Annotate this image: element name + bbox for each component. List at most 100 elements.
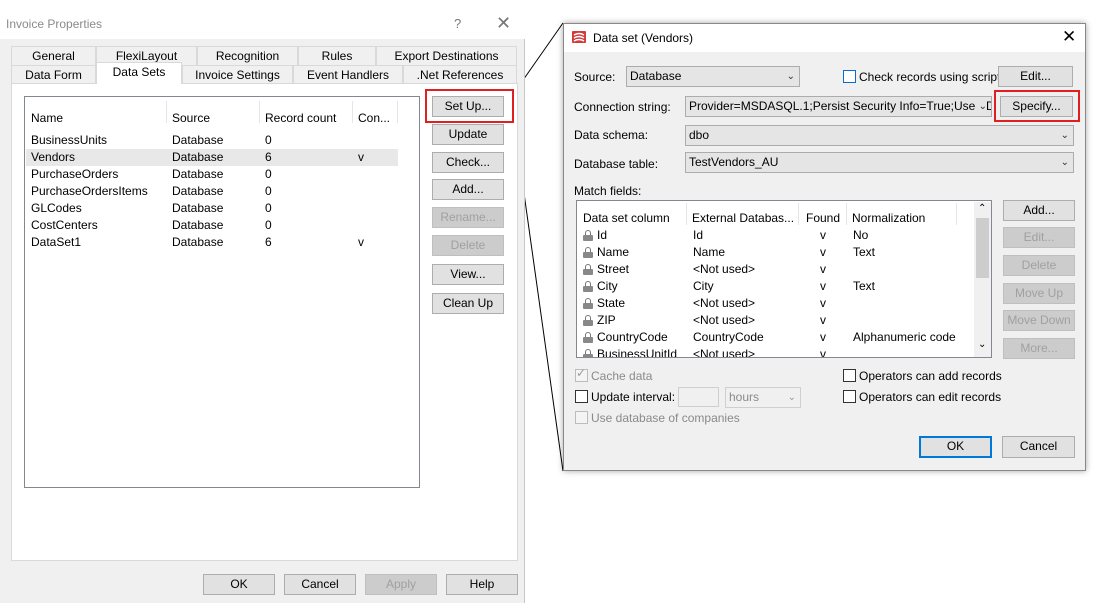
- list-item[interactable]: BusinessUnits Database 0: [26, 132, 398, 149]
- cell-source: Database: [172, 133, 224, 147]
- edit-scripts-button[interactable]: Edit...: [998, 66, 1073, 87]
- cell-source: Database: [172, 167, 224, 181]
- move-up-button[interactable]: Move Up: [1003, 283, 1075, 304]
- scroll-down-icon[interactable]: ⌄: [978, 339, 986, 350]
- update-interval-input[interactable]: [678, 387, 719, 407]
- cell-external: Name: [693, 245, 726, 259]
- title-bar: Invoice Properties ? ✕: [0, 11, 525, 39]
- data-schema-value: dbo: [689, 128, 710, 142]
- tab-export-destinations[interactable]: Export Destinations: [376, 46, 517, 65]
- invoice-properties-window: Invoice Properties ? ✕ General FlexiLayo…: [0, 11, 525, 603]
- table-row[interactable]: City City v Text: [579, 278, 974, 295]
- scrollbar-thumb[interactable]: [976, 218, 989, 278]
- data-schema-select[interactable]: dbo ⌄: [685, 125, 1074, 146]
- table-row[interactable]: Name Name v Text: [579, 244, 974, 261]
- help-button[interactable]: Help: [446, 574, 518, 595]
- cell-column: City: [597, 279, 618, 293]
- help-icon[interactable]: ?: [454, 16, 461, 31]
- title-bar: Data set (Vendors) ✕: [564, 24, 1085, 52]
- more-button[interactable]: More...: [1003, 338, 1075, 359]
- use-companies-checkbox[interactable]: [575, 411, 588, 424]
- table-row[interactable]: BusinessUnitId <Not used> v: [579, 346, 974, 358]
- cell-column: State: [597, 296, 626, 310]
- database-table-value: TestVendors_AU: [689, 155, 779, 169]
- cancel-button[interactable]: Cancel: [284, 574, 356, 595]
- add-button[interactable]: Add...: [432, 179, 504, 200]
- update-button[interactable]: Update: [432, 124, 504, 145]
- cell-con: v: [358, 150, 364, 164]
- cell-found: v: [820, 262, 826, 276]
- edit-field-button[interactable]: Edit...: [1003, 227, 1075, 248]
- delete-button[interactable]: Delete: [432, 235, 504, 256]
- tab-net-references[interactable]: .Net References: [403, 65, 517, 84]
- cell-name: CostCenters: [31, 218, 98, 232]
- cell-external: <Not used>: [693, 262, 756, 276]
- cell-found: v: [820, 245, 826, 259]
- list-item[interactable]: GLCodes Database 0: [26, 200, 398, 217]
- table-row[interactable]: Street <Not used> v: [579, 261, 974, 278]
- ok-button[interactable]: OK: [203, 574, 275, 595]
- column-divider: [352, 101, 353, 123]
- update-interval-label: Update interval:: [591, 390, 676, 404]
- column-header-data-set-column[interactable]: Data set column: [583, 211, 670, 225]
- cell-record-count: 0: [265, 184, 272, 198]
- match-fields-label: Match fields:: [574, 184, 642, 198]
- column-header-external-database[interactable]: External Databas...: [692, 211, 794, 225]
- cell-external: <Not used>: [693, 313, 756, 327]
- rename-button[interactable]: Rename...: [432, 207, 504, 228]
- data-sets-list[interactable]: Name Source Record count Con... Business…: [24, 96, 420, 488]
- apply-button[interactable]: Apply: [365, 574, 437, 595]
- clean-up-button[interactable]: Clean Up: [432, 293, 504, 314]
- cell-record-count: 0: [265, 201, 272, 215]
- source-select[interactable]: Database ⌄: [626, 66, 800, 87]
- lock-icon: [583, 332, 593, 343]
- database-table-select[interactable]: TestVendors_AU ⌄: [685, 152, 1074, 173]
- list-item-selected[interactable]: Vendors Database 6 v: [26, 149, 398, 166]
- operators-add-label: Operators can add records: [859, 369, 1002, 383]
- delete-field-button[interactable]: Delete: [1003, 255, 1075, 276]
- operators-add-checkbox[interactable]: [843, 369, 856, 382]
- dataset-icon: [572, 31, 586, 43]
- cell-name: PurchaseOrders: [31, 167, 119, 181]
- table-row[interactable]: State <Not used> v: [579, 295, 974, 312]
- tab-recognition[interactable]: Recognition: [197, 46, 298, 65]
- column-header-name[interactable]: Name: [31, 111, 63, 125]
- tab-invoice-settings[interactable]: Invoice Settings: [182, 65, 293, 84]
- close-icon[interactable]: ✕: [496, 13, 511, 34]
- column-header-con[interactable]: Con...: [358, 111, 390, 125]
- view-button[interactable]: View...: [432, 264, 504, 285]
- tab-data-sets[interactable]: Data Sets: [96, 62, 182, 84]
- cell-external: City: [693, 279, 714, 293]
- operators-edit-checkbox[interactable]: [843, 390, 856, 403]
- list-item[interactable]: PurchaseOrdersItems Database 0: [26, 183, 398, 200]
- column-header-normalization[interactable]: Normalization: [852, 211, 925, 225]
- table-row[interactable]: CountryCode CountryCode v Alphanumeric c…: [579, 329, 974, 346]
- move-down-button[interactable]: Move Down: [1003, 310, 1075, 331]
- interval-unit-select[interactable]: hours ⌄: [725, 387, 801, 408]
- match-fields-grid[interactable]: Data set column External Databas... Foun…: [576, 200, 992, 358]
- update-interval-checkbox[interactable]: [575, 390, 588, 403]
- check-button[interactable]: Check...: [432, 152, 504, 173]
- scroll-up-icon[interactable]: ⌃: [978, 203, 986, 214]
- tab-rules[interactable]: Rules: [298, 46, 376, 65]
- tab-data-form[interactable]: Data Form: [11, 65, 96, 84]
- column-header-source[interactable]: Source: [172, 111, 210, 125]
- table-row[interactable]: Id Id v No: [579, 227, 974, 244]
- close-icon[interactable]: ✕: [1062, 27, 1076, 47]
- ok-button[interactable]: OK: [919, 436, 992, 458]
- list-item[interactable]: PurchaseOrders Database 0: [26, 166, 398, 183]
- add-field-button[interactable]: Add...: [1003, 200, 1075, 221]
- cancel-button[interactable]: Cancel: [1002, 436, 1075, 458]
- connection-string-select[interactable]: Provider=MSDASQL.1;Persist Security Info…: [685, 96, 992, 117]
- list-item[interactable]: DataSet1 Database 6 v: [26, 234, 398, 251]
- source-select-value: Database: [630, 69, 682, 83]
- cell-column: BusinessUnitId: [597, 347, 678, 358]
- tab-general[interactable]: General: [11, 46, 96, 65]
- tab-event-handlers[interactable]: Event Handlers: [293, 65, 403, 84]
- column-header-record-count[interactable]: Record count: [265, 111, 336, 125]
- column-header-found[interactable]: Found: [806, 211, 840, 225]
- table-row[interactable]: ZIP <Not used> v: [579, 312, 974, 329]
- check-scripts-checkbox[interactable]: [843, 70, 856, 83]
- list-item[interactable]: CostCenters Database 0: [26, 217, 398, 234]
- column-divider: [166, 101, 167, 123]
